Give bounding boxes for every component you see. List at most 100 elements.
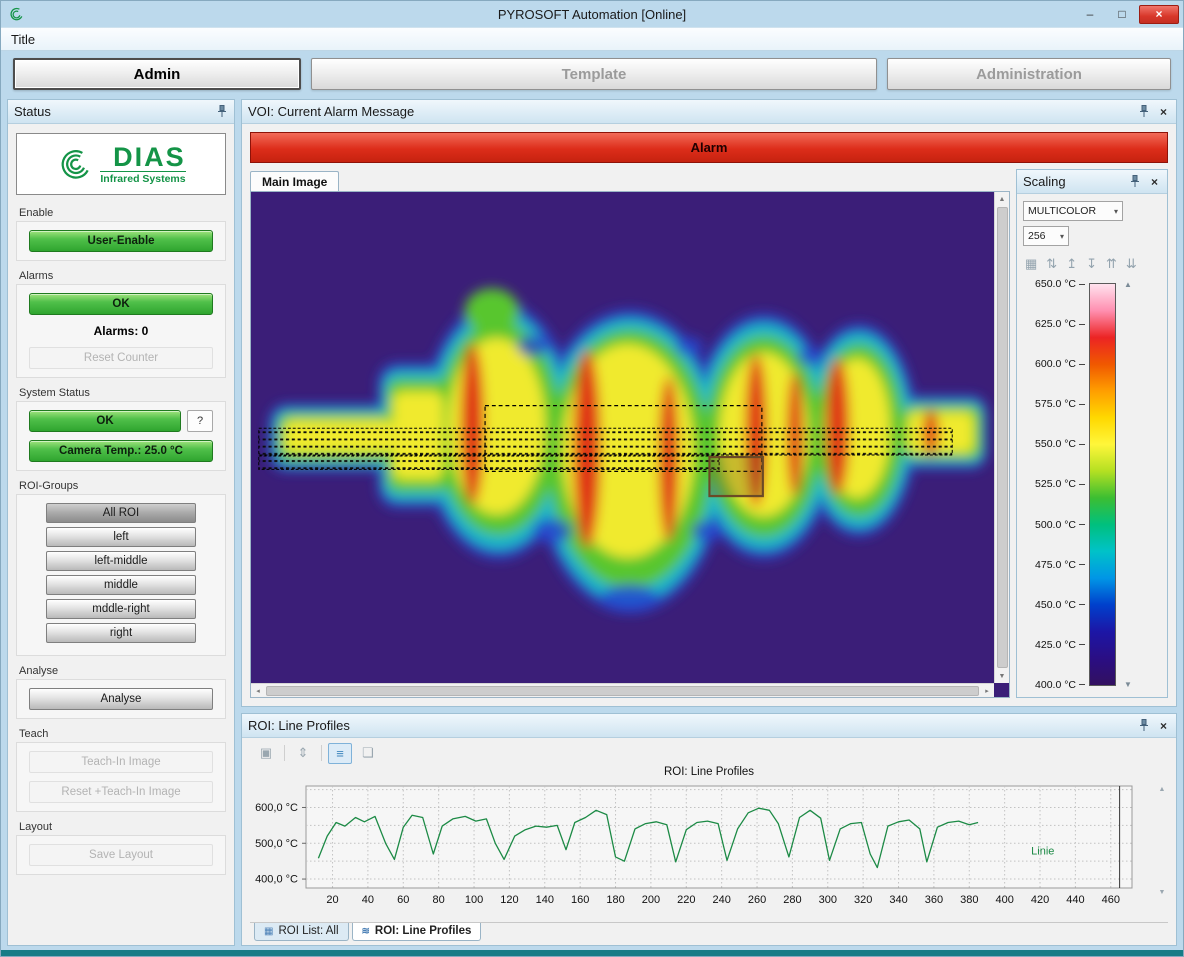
roi-group-button[interactable]: middle	[46, 575, 196, 595]
svg-text:380: 380	[960, 894, 978, 906]
system-ok-button[interactable]: OK	[29, 410, 181, 432]
alarm-banner: Alarm	[250, 132, 1168, 163]
roi-bottom-tab[interactable]: ▦ ROI List: All	[254, 923, 349, 941]
palette-select[interactable]: MULTICOLOR ▾	[1023, 201, 1123, 221]
scale-down-arrow-icon[interactable]: ▼	[1124, 680, 1132, 689]
titlebar[interactable]: PYROSOFT Automation [Online] – □ ×	[1, 1, 1183, 27]
voi-panel-header[interactable]: VOI: Current Alarm Message ×	[242, 100, 1176, 124]
svg-text:160: 160	[571, 894, 589, 906]
enable-group: User-Enable	[16, 221, 226, 261]
tab-template[interactable]: Template	[311, 58, 877, 90]
svg-text:100: 100	[465, 894, 483, 906]
scroll-left-icon[interactable]: ◂	[251, 684, 265, 698]
camera-temp-button[interactable]: Camera Temp.: 25.0 °C	[29, 440, 213, 462]
scale-up-arrow-icon[interactable]: ▲	[1124, 280, 1132, 289]
scale-tick: 450.0 °C	[1023, 599, 1085, 611]
reset-counter-button[interactable]: Reset Counter	[29, 347, 213, 369]
main-image-area: Main Image	[250, 169, 1010, 698]
alarms-ok-button[interactable]: OK	[29, 293, 213, 315]
scale-up-icon[interactable]: ↥	[1066, 256, 1077, 272]
tab-label: ROI: Line Profiles	[375, 925, 472, 937]
pin-icon[interactable]	[1137, 105, 1150, 119]
list-view-icon[interactable]: ≡	[328, 743, 352, 764]
roi-bottom-tab[interactable]: ≋ ROI: Line Profiles	[352, 923, 482, 941]
svg-text:Linie: Linie	[1031, 846, 1054, 858]
tab-administration[interactable]: Administration	[887, 58, 1171, 90]
scroll-down-icon[interactable]: ▼	[995, 669, 1009, 683]
thermal-image-viewport[interactable]: ▲ ▼ ◂ ▸	[250, 191, 1010, 698]
tab-icon: ▦	[264, 926, 273, 937]
export-chart-icon[interactable]: ▣	[254, 743, 278, 764]
scale-tick: 625.0 °C	[1023, 318, 1085, 330]
scale-tick: 400.0 °C	[1023, 679, 1085, 691]
roi-panel-header[interactable]: ROI: Line Profiles ×	[242, 714, 1176, 738]
analyse-button[interactable]: Analyse	[29, 688, 213, 710]
svg-text:200: 200	[642, 894, 660, 906]
levels-select[interactable]: 256 ▾	[1023, 226, 1069, 246]
window-title: PYROSOFT Automation [Online]	[1, 7, 1183, 22]
thermal-image[interactable]	[251, 192, 994, 683]
pin-icon[interactable]	[1128, 175, 1141, 189]
pin-icon[interactable]	[1137, 719, 1150, 733]
horizontal-scroll-thumb[interactable]	[266, 686, 979, 696]
scale-tick: 525.0 °C	[1023, 478, 1085, 490]
scaling-panel-header[interactable]: Scaling ×	[1017, 170, 1167, 194]
svg-text:460: 460	[1102, 894, 1120, 906]
status-panel-header[interactable]: Status	[8, 100, 234, 124]
close-panel-icon[interactable]: ×	[1157, 105, 1170, 119]
roi-panel-body: ▣ ⇕ ≡❏ ROI: Line Profiles 2040608010012014…	[242, 738, 1176, 945]
save-layout-button[interactable]: Save Layout	[29, 844, 213, 866]
chart-up-arrow-icon[interactable]: ▲	[1159, 786, 1166, 793]
close-panel-icon[interactable]: ×	[1148, 175, 1161, 189]
pin-icon[interactable]	[215, 105, 228, 119]
maximize-icon[interactable]: □	[1107, 5, 1137, 24]
user-enable-button[interactable]: User-Enable	[29, 230, 213, 252]
status-panel-title: Status	[14, 104, 215, 119]
scale-tick: 550.0 °C	[1023, 438, 1085, 450]
scale-min-icon[interactable]: ⇊	[1126, 256, 1137, 272]
tab-admin[interactable]: Admin	[13, 58, 301, 90]
roi-group-button[interactable]: right	[46, 623, 196, 643]
roi-panel-title: ROI: Line Profiles	[248, 718, 1137, 733]
scroll-up-icon[interactable]: ▲	[995, 192, 1009, 206]
help-button[interactable]: ?	[187, 410, 213, 432]
roi-group-button[interactable]: mddle-right	[46, 599, 196, 619]
scale-down-icon[interactable]: ↧	[1086, 256, 1097, 272]
tab-label: ROI List: All	[278, 925, 338, 937]
line-profiles-chart[interactable]: 2040608010012014016018020022024026028030…	[250, 782, 1148, 910]
copy-icon[interactable]: ❏	[356, 743, 380, 764]
scroll-right-icon[interactable]: ▸	[980, 684, 994, 698]
svg-text:400: 400	[995, 894, 1013, 906]
roi-group-button[interactable]: left-middle	[46, 551, 196, 571]
svg-text:20: 20	[326, 894, 338, 906]
svg-text:300: 300	[819, 894, 837, 906]
scale-tick: 600.0 °C	[1023, 358, 1085, 370]
tab-main-image[interactable]: Main Image	[250, 171, 339, 191]
tab-icon: ≋	[362, 926, 370, 937]
horizontal-scrollbar[interactable]: ◂ ▸	[251, 683, 994, 697]
scale-max-icon[interactable]: ⇈	[1106, 256, 1117, 272]
sort-values-icon[interactable]: ⇕	[291, 743, 315, 764]
roi-group-button[interactable]: left	[46, 527, 196, 547]
chart-down-arrow-icon[interactable]: ▼	[1159, 889, 1166, 896]
voi-panel: VOI: Current Alarm Message × Alarm Main …	[241, 99, 1177, 707]
toolbar-separator	[284, 745, 285, 761]
status-panel: Status	[7, 99, 235, 946]
close-panel-icon[interactable]: ×	[1157, 719, 1170, 733]
vertical-scrollbar[interactable]: ▲ ▼	[994, 192, 1009, 683]
vertical-scroll-thumb[interactable]	[997, 207, 1008, 668]
close-icon[interactable]: ×	[1139, 5, 1179, 24]
chevron-down-icon: ▾	[1114, 207, 1118, 216]
teach-in-image-button[interactable]: Teach-In Image	[29, 751, 213, 773]
image-tabstrip: Main Image	[250, 169, 1010, 191]
scaling-panel-body: MULTICOLOR ▾ 256 ▾ ▦⇅↥↧⇈⇊ 650.0 °C625.0 …	[1017, 194, 1167, 697]
roi-group-button[interactable]: All ROI	[46, 503, 196, 523]
minimize-icon[interactable]: –	[1075, 5, 1105, 24]
workspace: Status	[7, 99, 1177, 946]
menubar-title: Title	[11, 32, 35, 47]
scale-updown-icon[interactable]: ⇅	[1046, 256, 1057, 272]
scale-tick: 425.0 °C	[1023, 639, 1085, 651]
palette-grid-icon[interactable]: ▦	[1025, 256, 1037, 272]
scaling-panel: Scaling × MULTICOLOR ▾	[1016, 169, 1168, 698]
reset-teach-in-image-button[interactable]: Reset +Teach-In Image	[29, 781, 213, 803]
